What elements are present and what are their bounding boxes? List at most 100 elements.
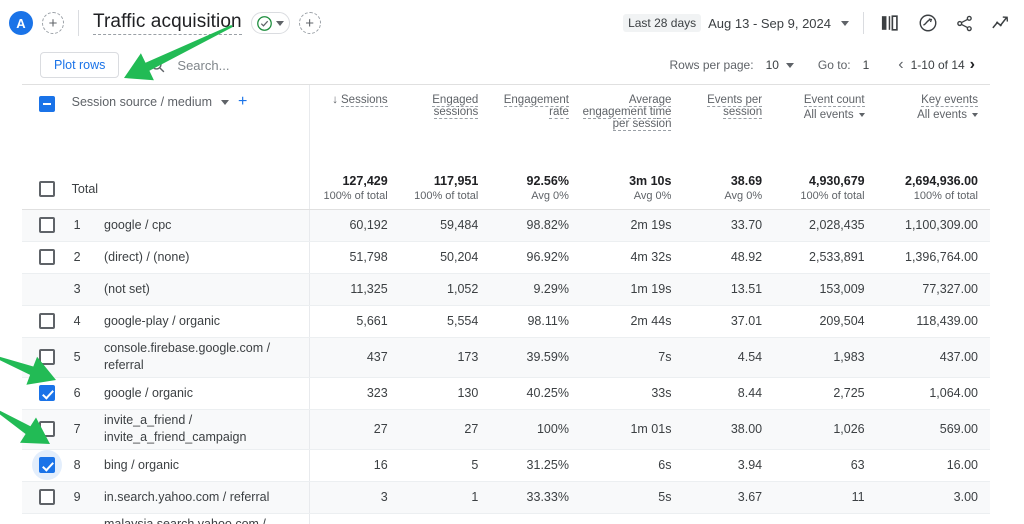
dimension-chevron-down-icon[interactable] [220, 99, 229, 105]
search-area[interactable]: Search... [149, 57, 229, 74]
row-checkbox[interactable] [38, 489, 55, 505]
column-header-engaged-sessions[interactable]: Engaged sessions [400, 85, 491, 169]
column-header-engagement-rate[interactable]: Engagement rate [490, 85, 581, 169]
trend-icon[interactable] [991, 14, 1012, 33]
table-toolbar: Plot rows Search... Rows per page: 10 Go… [22, 46, 990, 85]
cell-avg-engagement-time: 4m 32s [580, 241, 684, 274]
table-row[interactable]: 2 (direct) / (none) 51,798 50,204 96.92% 4m 3… [22, 241, 990, 274]
select-all-checkbox[interactable] [38, 96, 55, 112]
cell-engaged-sessions: 50,204 [399, 241, 491, 274]
column-header-avg-engagement-time[interactable]: Average engagement time per session [581, 85, 684, 169]
row-dimension[interactable]: in.search.yahoo.com / referral [104, 481, 310, 514]
row-dimension[interactable]: google / organic [104, 377, 310, 410]
table-row[interactable]: 10malaysia.search.yahoo.com / referral32… [22, 513, 990, 524]
row-checkbox-cell[interactable] [22, 449, 72, 482]
table-row[interactable]: 1 google / cpc 60,192 59,484 98.82% 2m 19s 33.… [22, 209, 990, 242]
cell-sessions: 323 [308, 377, 400, 410]
cell-avg-engagement-time: 7s [580, 337, 684, 378]
table-row[interactable]: 7 invite_a_friend / invite_a_friend_campa… [22, 409, 990, 450]
rows-per-page-chevron-down-icon[interactable] [785, 62, 794, 68]
row-dimension[interactable]: invite_a_friend / invite_a_friend_campai… [104, 409, 310, 450]
page-title: Traffic acquisition [93, 11, 242, 35]
row-checkbox-cell[interactable] [22, 377, 72, 410]
row-dimension[interactable]: google-play / organic [104, 305, 310, 338]
row-checkbox-cell[interactable] [22, 409, 72, 450]
row-index: 9 [71, 481, 104, 514]
row-checkbox-checked[interactable] [38, 385, 55, 401]
insights-icon[interactable] [918, 13, 938, 33]
cell-event-count: 2,725 [774, 377, 877, 410]
table-row[interactable]: 5 console.firebase.google.com / referral 4… [22, 337, 990, 378]
share-icon[interactable] [955, 14, 974, 33]
cell-engagement-rate: 98.82% [490, 209, 581, 242]
add-dimension-icon[interactable]: + [238, 94, 247, 110]
search-input[interactable]: Search... [177, 58, 229, 73]
next-page-button[interactable]: › [965, 56, 980, 74]
row-dimension[interactable]: bing / organic [104, 449, 310, 482]
row-checkbox[interactable] [38, 421, 55, 437]
date-chevron-down-icon[interactable] [841, 20, 849, 26]
table-row[interactable]: 4 google-play / organic 5,661 5,554 98.11% 2m… [22, 305, 990, 338]
select-all-cell[interactable] [22, 85, 72, 169]
column-header-events-per-session[interactable]: Events per session [683, 85, 774, 169]
table-row[interactable]: 9 in.search.yahoo.com / referral 3 1 33.33% 5… [22, 481, 990, 514]
total-label: Total [71, 181, 99, 196]
row-checkbox-checked[interactable] [38, 457, 55, 473]
row-dimension[interactable]: google / cpc [104, 209, 310, 242]
table-row[interactable]: 6 google / organic 323 130 40.25% 33s 8.44 2,72… [22, 377, 990, 410]
column-header-key-events[interactable]: Key events All events [877, 85, 990, 169]
row-checkbox-cell[interactable] [22, 209, 72, 242]
go-to-input[interactable]: 1 [863, 58, 870, 72]
row-checkbox-cell[interactable] [22, 481, 72, 514]
row-checkbox[interactable] [38, 313, 55, 329]
row-dimension[interactable]: console.firebase.google.com / referral [104, 337, 310, 378]
row-checkbox[interactable] [38, 249, 55, 265]
date-range-label[interactable]: Aug 13 - Sep 9, 2024 [708, 16, 831, 31]
cell-events-per-session: 38.00 [683, 409, 775, 450]
row-checkbox-cell[interactable] [22, 337, 72, 378]
row-checkbox-cell[interactable] [22, 305, 72, 338]
table-row[interactable]: 3 (not set) 11,325 1,052 9.29% 1m 19s 13.51 153… [22, 273, 990, 306]
cell-event-count: 2,533,891 [774, 241, 877, 274]
total-avg-engagement-time: 3m 10s Avg 0% [580, 169, 684, 210]
row-dimension[interactable]: malaysia.search.yahoo.com / referral [104, 513, 310, 524]
cell-sessions: 3 [308, 481, 400, 514]
row-index: 6 [71, 377, 104, 410]
cell-avg-engagement-time: 1m 01s [580, 409, 684, 450]
search-icon [151, 58, 165, 72]
row-checkbox[interactable] [38, 217, 55, 233]
event-count-filter[interactable]: All events [774, 109, 865, 121]
column-header-event-count[interactable]: Event count All events [774, 85, 877, 169]
row-checkbox-cell[interactable] [22, 513, 72, 524]
rows-per-page-value[interactable]: 10 [766, 58, 779, 72]
add-filter-button[interactable]: + [42, 12, 64, 34]
divider [863, 12, 864, 34]
previous-page-button[interactable]: ‹ [893, 56, 908, 74]
total-checkbox-cell[interactable] [22, 169, 72, 210]
row-dimension[interactable]: (not set) [104, 273, 310, 306]
cell-events-per-session: 3.67 [683, 481, 775, 514]
column-label: Sessions [341, 94, 388, 107]
table-row[interactable]: 8 bing / organic 16 5 31.25% 6s 3.94 63 16.00 [22, 449, 990, 482]
total-row-checkbox[interactable] [38, 180, 55, 197]
row-checkbox-cell[interactable] [22, 273, 72, 306]
row-checkbox[interactable] [38, 349, 55, 365]
row-dimension[interactable]: (direct) / (none) [104, 241, 310, 274]
row-index: 4 [71, 305, 104, 338]
row-checkbox-cell[interactable] [22, 241, 72, 274]
insight-status-chip[interactable] [250, 12, 290, 34]
cell-avg-engagement-time: 6s [580, 449, 684, 482]
cell-engagement-rate: 31.25% [490, 449, 581, 482]
add-comparison-button[interactable]: + [298, 12, 321, 34]
cell-engaged-sessions: 5,554 [399, 305, 491, 338]
cell-events-per-session: 4.54 [683, 337, 775, 378]
key-events-filter[interactable]: All events [877, 109, 978, 121]
cell-event-count: 63 [774, 449, 877, 482]
date-preset-chip: Last 28 days [623, 14, 702, 32]
bar-compare-icon[interactable] [881, 14, 901, 32]
avatar[interactable]: A [9, 11, 33, 35]
plot-rows-button[interactable]: Plot rows [40, 52, 120, 78]
column-header-sessions[interactable]: ↓ Sessions [308, 85, 400, 169]
cell-key-events: 3.00 [876, 513, 990, 524]
dimension-label[interactable]: Session source / medium [72, 95, 212, 109]
